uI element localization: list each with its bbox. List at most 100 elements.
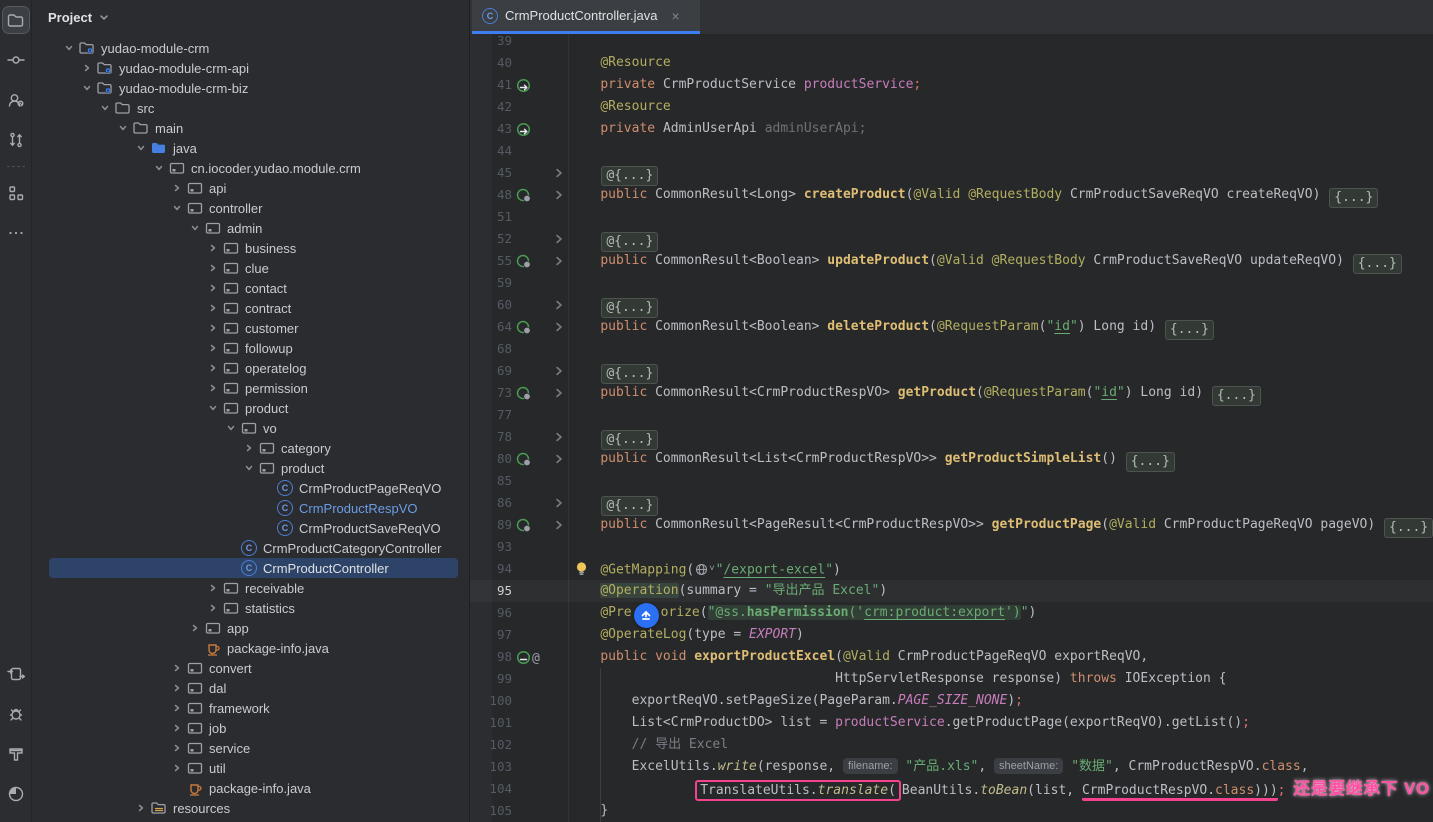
line-number[interactable]: 55 [470, 250, 512, 272]
tree-item-package-info-java[interactable]: package-info.java [49, 778, 458, 798]
code-text[interactable]: public CommonResult<PageResult<CrmProduc… [569, 514, 1433, 538]
tree-item-package-info-java[interactable]: package-info.java [49, 638, 458, 658]
fold-chevron-icon[interactable] [552, 297, 566, 313]
chevron-right-icon[interactable] [168, 760, 186, 776]
chevron-right-icon[interactable] [204, 600, 222, 616]
code-text[interactable]: public void exportProductExcel(@Valid Cr… [569, 646, 1148, 668]
chevron-right-icon[interactable] [168, 720, 186, 736]
line-number[interactable]: 40 [470, 52, 512, 74]
chevron-down-icon[interactable] [240, 460, 258, 476]
code-text[interactable]: public CommonResult<List<CrmProductRespV… [569, 448, 1176, 472]
tree-item-service[interactable]: service [49, 738, 458, 758]
endpoint-gutter-icon[interactable] [516, 385, 532, 401]
fold-chevron-icon[interactable] [552, 187, 566, 203]
folded-region[interactable]: {...} [1329, 188, 1378, 208]
line-number[interactable]: 78 [470, 426, 512, 448]
chevron-right-icon[interactable] [168, 700, 186, 716]
line-number[interactable]: 51 [470, 206, 512, 228]
tree-item-statistics[interactable]: statistics [49, 598, 458, 618]
commit-icon[interactable] [3, 47, 29, 73]
tree-item-app[interactable]: app [49, 618, 458, 638]
tree-item-yudao-module-crm-biz[interactable]: yudao-module-crm-biz [49, 78, 458, 98]
chevron-right-icon[interactable] [240, 440, 258, 456]
code-text[interactable]: ExcelUtils.write(response, filename: "产品… [569, 756, 1309, 778]
tree-item-contract[interactable]: contract [49, 298, 458, 318]
endpoint-gutter-icon[interactable] [516, 451, 532, 467]
fold-chevron-icon[interactable] [552, 429, 566, 445]
chevron-down-icon[interactable] [99, 8, 109, 26]
chevron-right-icon[interactable] [204, 300, 222, 316]
line-number[interactable]: 85 [470, 470, 512, 492]
tree-item-api[interactable]: api [49, 178, 458, 198]
chevron-right-icon[interactable] [186, 620, 204, 636]
chevron-right-icon[interactable] [78, 60, 96, 76]
folded-region[interactable]: {...} [1212, 386, 1261, 406]
folded-region[interactable]: @{...} [601, 298, 658, 318]
chevron-right-icon[interactable] [204, 320, 222, 336]
code-text[interactable]: @Resource [569, 96, 671, 118]
tree-item-job[interactable]: job [49, 718, 458, 738]
code-text[interactable]: TranslateUtils.translate(BeanUtils.toBea… [569, 778, 1433, 802]
folded-region[interactable]: @{...} [601, 166, 658, 186]
editor-tab-crmproductcontroller[interactable]: C CrmProductController.java × [472, 0, 700, 31]
fold-chevron-icon[interactable] [552, 319, 566, 335]
spring-bean-gutter-icon[interactable] [516, 77, 531, 93]
code-text[interactable]: // 导出 Excel [569, 734, 728, 756]
tree-item-vo[interactable]: vo [49, 418, 458, 438]
line-number[interactable]: 60 [470, 294, 512, 316]
chevron-right-icon[interactable] [204, 240, 222, 256]
chevron-right-icon[interactable] [204, 260, 222, 276]
project-panel-header[interactable]: Project [32, 0, 469, 34]
line-number[interactable]: 94 [470, 558, 512, 580]
tree-item-clue[interactable]: clue [49, 258, 458, 278]
tree-item-admin[interactable]: admin [49, 218, 458, 238]
fold-chevron-icon[interactable] [552, 495, 566, 511]
code-text[interactable]: public CommonResult<CrmProductRespVO> ge… [569, 382, 1262, 406]
code-text[interactable]: } [569, 800, 608, 822]
fold-chevron-icon[interactable] [552, 451, 566, 467]
tree-item-yudao-module-crm-api[interactable]: yudao-module-crm-api [49, 58, 458, 78]
chevron-right-icon[interactable] [204, 340, 222, 356]
chevron-down-icon[interactable] [150, 160, 168, 176]
code-text[interactable]: @GetMapping(˅"/export-excel") [569, 558, 841, 582]
tree-item-crmproductsavereqvo[interactable]: CCrmProductSaveReqVO [49, 518, 458, 538]
more-icon[interactable] [3, 220, 29, 246]
code-text[interactable]: @{...} [569, 294, 659, 318]
tree-item-crmproductcategorycontroller[interactable]: CCrmProductCategoryController [49, 538, 458, 558]
line-number[interactable]: 48 [470, 184, 512, 206]
line-number[interactable]: 98 [470, 646, 512, 668]
folded-region[interactable]: @{...} [601, 430, 658, 450]
chevron-right-icon[interactable] [168, 680, 186, 696]
line-number[interactable]: 77 [470, 404, 512, 426]
line-number[interactable]: 59 [470, 272, 512, 294]
code-text[interactable]: @{...} [569, 360, 659, 384]
tree-item-contact[interactable]: contact [49, 278, 458, 298]
fold-chevron-icon[interactable] [552, 363, 566, 379]
chevron-right-icon[interactable] [204, 380, 222, 396]
tree-item-crmproductrespvo[interactable]: CCrmProductRespVO [49, 498, 458, 518]
line-number[interactable]: 69 [470, 360, 512, 382]
chevron-down-icon[interactable] [132, 140, 150, 156]
fold-chevron-icon[interactable] [552, 231, 566, 247]
code-text[interactable]: private CrmProductService productService… [569, 74, 921, 96]
spring-bean-gutter-icon[interactable]: @ [516, 649, 544, 665]
tree-item-src[interactable]: src [49, 98, 458, 118]
tree-item-main[interactable]: main [49, 118, 458, 138]
chevron-right-icon[interactable] [204, 580, 222, 596]
tree-item-cn-iocoder-yudao-module-crm[interactable]: cn.iocoder.yudao.module.crm [49, 158, 458, 178]
tree-item-yudao-module-crm[interactable]: yudao-module-crm [49, 38, 458, 58]
line-number[interactable]: 68 [470, 338, 512, 360]
fold-chevron-icon[interactable] [552, 253, 566, 269]
code-text[interactable]: @OperateLog(type = EXPORT) [569, 624, 804, 646]
line-number[interactable]: 93 [470, 536, 512, 558]
chevron-down-icon[interactable] [204, 400, 222, 416]
tree-item-util[interactable]: util [49, 758, 458, 778]
code-text[interactable]: @{...} [569, 426, 659, 450]
chevron-right-icon[interactable] [204, 360, 222, 376]
code-text[interactable]: @Operation(summary = "导出产品 Excel") [569, 580, 887, 602]
chevron-right-icon[interactable] [168, 180, 186, 196]
tree-item-customer[interactable]: customer [49, 318, 458, 338]
tree-item-business[interactable]: business [49, 238, 458, 258]
chevron-right-icon[interactable] [204, 280, 222, 296]
line-number[interactable]: 73 [470, 382, 512, 404]
